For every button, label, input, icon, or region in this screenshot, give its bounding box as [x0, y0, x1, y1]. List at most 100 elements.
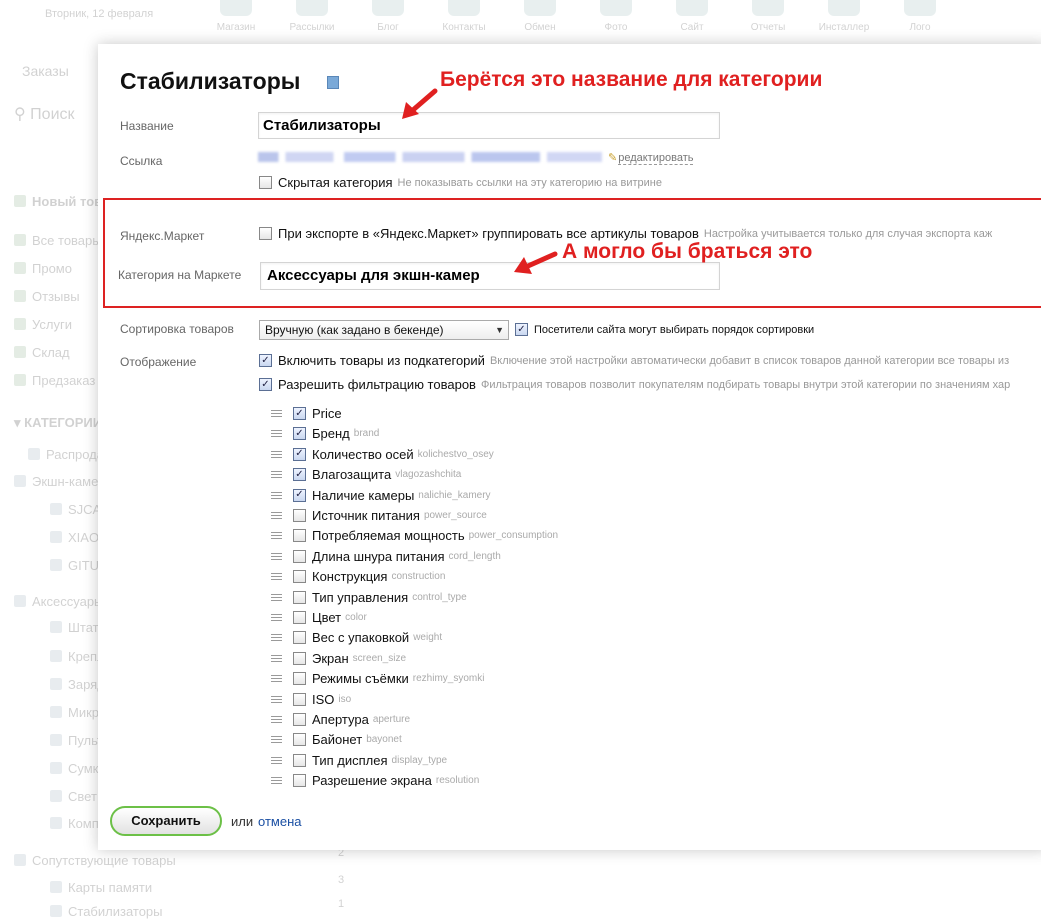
filter-property-checkbox[interactable]: [293, 549, 306, 563]
category-name-input[interactable]: Стабилизаторы: [258, 112, 720, 139]
filter-property-checkbox[interactable]: ✓: [293, 488, 306, 502]
drag-handle-icon[interactable]: [271, 736, 282, 744]
dialog-title: Стабилизаторы: [120, 68, 301, 94]
filter-property-row[interactable]: Разрешение экрана resolution: [271, 773, 479, 788]
include-subcategories-checkbox[interactable]: ✓: [259, 354, 272, 367]
filter-property-checkbox[interactable]: [293, 733, 306, 747]
market-category-input[interactable]: Аксессуары для экшн-камер: [260, 262, 720, 290]
filter-property-checkbox[interactable]: [293, 692, 306, 706]
filter-property-code: screen_size: [352, 652, 407, 664]
filter-property-checkbox[interactable]: [293, 590, 306, 604]
filter-property-checkbox[interactable]: ✓: [293, 468, 306, 482]
filter-property-checkbox[interactable]: [293, 631, 306, 645]
app-icon-label: Сайт: [680, 22, 704, 33]
drag-handle-icon[interactable]: [271, 552, 282, 560]
filter-property-row[interactable]: ✓ Бренд brand: [271, 426, 379, 441]
filter-property-checkbox[interactable]: [293, 611, 306, 624]
allow-filtering-option[interactable]: ✓ Разрешить фильтрацию товаров Фильтраци…: [259, 377, 1010, 392]
filter-property-checkbox[interactable]: [293, 651, 306, 665]
filter-property-checkbox[interactable]: [293, 774, 306, 788]
visitors-sort-option[interactable]: ✓ Посетители сайта могут выбирать порядо…: [515, 323, 814, 336]
cancel-link[interactable]: отмена: [258, 814, 301, 829]
app-icon-label: Рассылки: [289, 22, 335, 33]
filter-property-checkbox[interactable]: ✓: [293, 427, 306, 441]
sort-select[interactable]: Вручную (как задано в бекенде) ▼: [259, 320, 509, 340]
sidebar-item-label: Склад: [32, 345, 70, 360]
filter-property-checkbox[interactable]: [293, 753, 306, 767]
filter-property-checkbox[interactable]: ✓: [293, 407, 306, 420]
hidden-category-checkbox[interactable]: [259, 176, 272, 189]
filter-property-code: construction: [391, 571, 446, 583]
filter-property-row[interactable]: Режимы съёмки rezhimy_syomki: [271, 671, 484, 686]
filter-property-row[interactable]: Экран screen_size: [271, 651, 406, 666]
filter-property-row[interactable]: Тип управления control_type: [271, 590, 467, 605]
drag-handle-icon[interactable]: [271, 777, 282, 785]
filter-property-row[interactable]: ✓ Количество осей kolichestvo_osey: [271, 447, 494, 462]
date-text: Вторник, 12 февраля: [45, 8, 154, 20]
drag-handle-icon[interactable]: [271, 491, 282, 499]
filter-property-row[interactable]: Вес с упаковкой weight: [271, 630, 442, 645]
drag-handle-icon[interactable]: [271, 634, 282, 642]
orders-link: Заказы: [22, 63, 69, 79]
categories-header-label: КАТЕГОРИИ: [24, 415, 103, 430]
drag-handle-icon[interactable]: [271, 675, 282, 683]
app-icon-label: Инсталлер: [818, 22, 870, 33]
filter-property-name: Цвет: [312, 610, 342, 625]
drag-handle-icon[interactable]: [271, 695, 282, 703]
filter-property-checkbox[interactable]: [293, 570, 306, 584]
drag-handle-icon[interactable]: [271, 614, 282, 621]
drag-handle-icon[interactable]: [271, 450, 282, 458]
filter-property-row[interactable]: Потребляемая мощность power_consumption: [271, 528, 558, 543]
filter-property-name: Вес с упаковкой: [312, 630, 410, 646]
filter-property-row[interactable]: Тип дисплея display_type: [271, 753, 447, 768]
filter-property-checkbox[interactable]: [293, 529, 306, 543]
include-subcategories-option[interactable]: ✓ Включить товары из подкатегорий Включе…: [259, 353, 1009, 368]
drag-handle-icon[interactable]: [271, 716, 282, 723]
app-icon: [752, 0, 784, 16]
filter-property-row[interactable]: ✓ Наличие камеры nalichie_kamery: [271, 488, 491, 503]
drag-handle-icon[interactable]: [271, 471, 282, 479]
filter-property-row[interactable]: ISO iso: [271, 692, 351, 707]
filter-property-row[interactable]: Источник питания power_source: [271, 508, 487, 523]
edit-url-link[interactable]: ✎редактировать: [608, 151, 694, 165]
folder-icon: [28, 448, 40, 460]
app-icon: [296, 0, 328, 16]
drag-handle-icon[interactable]: [271, 573, 282, 581]
or-text: или: [231, 814, 254, 829]
drag-handle-icon[interactable]: [271, 756, 282, 764]
folder-icon: [50, 706, 62, 718]
drag-handle-icon[interactable]: [271, 593, 282, 601]
folder-icon: [50, 531, 62, 543]
allow-filtering-checkbox[interactable]: ✓: [259, 378, 272, 391]
drag-handle-icon[interactable]: [271, 512, 282, 519]
filter-property-row[interactable]: Байонет bayonet: [271, 732, 402, 747]
folder-icon: [50, 734, 62, 746]
filter-property-row[interactable]: ✓ Влагозащита vlagozashchita: [271, 467, 461, 482]
app-icon-label: Отчеты: [750, 22, 786, 33]
visitors-sort-checkbox[interactable]: ✓: [515, 323, 528, 336]
drag-handle-icon[interactable]: [271, 532, 282, 540]
filter-property-checkbox[interactable]: [293, 672, 306, 686]
filter-property-row[interactable]: ✓ Price: [271, 406, 346, 421]
folder-icon: [50, 881, 62, 893]
filter-property-row[interactable]: Длина шнура питания cord_length: [271, 549, 501, 564]
yandex-group-checkbox[interactable]: [259, 227, 272, 240]
folder-icon: [50, 817, 62, 829]
filter-property-row[interactable]: Конструкция construction: [271, 569, 445, 584]
drag-handle-icon[interactable]: [271, 654, 282, 662]
app-icon-label: Магазин: [216, 22, 256, 33]
save-button[interactable]: Сохранить: [110, 806, 222, 836]
drag-handle-icon[interactable]: [271, 430, 282, 438]
drag-handle-icon[interactable]: [271, 410, 282, 417]
category-tree-item: Стабилизаторы: [50, 904, 163, 919]
filter-property-row[interactable]: Апертура aperture: [271, 712, 410, 727]
sidebar-item-label: Отзывы: [32, 289, 80, 304]
filter-property-checkbox[interactable]: [293, 713, 306, 726]
annotation-arrow-middle: [514, 251, 558, 274]
hidden-category-option[interactable]: Скрытая категория Не показывать ссылки н…: [259, 175, 662, 190]
filter-property-row[interactable]: Цвет color: [271, 610, 367, 625]
yandex-group-option[interactable]: При экспорте в «Яндекс.Маркет» группиров…: [259, 226, 992, 241]
filter-property-checkbox[interactable]: [293, 509, 306, 522]
filter-property-checkbox[interactable]: ✓: [293, 447, 306, 461]
visitors-sort-label: Посетители сайта могут выбирать порядок …: [534, 323, 815, 336]
